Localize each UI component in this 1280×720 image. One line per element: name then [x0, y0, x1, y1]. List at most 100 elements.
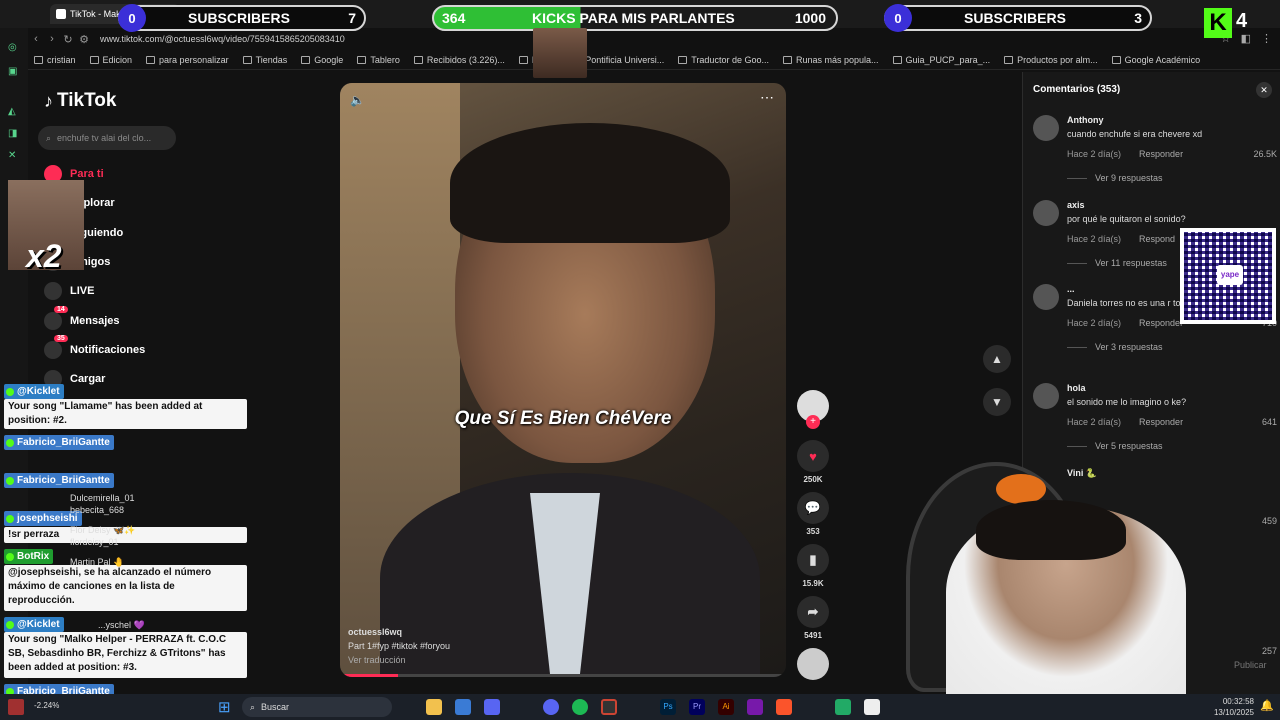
sidebar-app-icon[interactable]: ▣	[8, 66, 20, 78]
notification-icon[interactable]: 🔔	[1260, 699, 1274, 712]
comment-author[interactable]: hola	[1067, 383, 1086, 393]
sidebar-app-icon[interactable]: ◨	[8, 128, 20, 140]
url-field[interactable]: www.tiktok.com/@octuessl6wq/video/755941…	[100, 34, 345, 44]
video-description[interactable]: Part 1#fyp #tiktok #foryou	[348, 639, 450, 653]
comment-author[interactable]: Anthony	[1067, 115, 1104, 125]
app-icon[interactable]	[835, 699, 851, 715]
comment-author[interactable]: ...	[1067, 284, 1075, 294]
taskbar-search[interactable]: ⌕ Buscar	[242, 697, 392, 717]
menu-icon[interactable]: ⋮	[1261, 32, 1272, 45]
forward-icon[interactable]: ›	[44, 33, 60, 45]
sidebar-app-icon[interactable]: ✕	[8, 150, 20, 162]
windows-start-icon[interactable]: ⊞	[218, 698, 231, 716]
bookmark-label: Guia_PUCP_para_...	[905, 54, 991, 65]
video-hair	[450, 123, 730, 243]
comment-author[interactable]: axis	[1067, 200, 1085, 210]
comment-avatar[interactable]	[1033, 115, 1059, 141]
discord-icon[interactable]	[484, 699, 500, 715]
following-item[interactable]: Martin Pal 🤚	[44, 556, 124, 568]
bookmark-item[interactable]: Productos por alm...	[1004, 55, 1098, 65]
chat-badge-icon	[6, 620, 14, 629]
discord-icon[interactable]	[543, 699, 559, 715]
bookmark-icon	[1111, 55, 1121, 64]
nav-item-mensajes[interactable]: 14 Mensajes	[44, 306, 120, 330]
sidebar-app-icon[interactable]: ◭	[8, 106, 20, 118]
kick-logo-icon: K	[1204, 8, 1232, 38]
obs-icon[interactable]	[601, 699, 617, 715]
comment-like-count[interactable]: 257	[1262, 646, 1277, 656]
view-replies-link[interactable]: Ver 3 respuestas	[1067, 342, 1163, 352]
view-replies-link[interactable]: Ver 9 respuestas	[1067, 173, 1163, 183]
comment-avatar[interactable]	[1033, 284, 1059, 310]
comment-avatar[interactable]	[1033, 383, 1059, 409]
bookmark-item[interactable]: cristian	[34, 55, 76, 65]
chevron-up-icon: ▲	[991, 352, 1003, 366]
folder-icon[interactable]	[426, 699, 442, 715]
brave-icon[interactable]	[776, 699, 792, 715]
view-replies-link[interactable]: Ver 5 respuestas	[1067, 441, 1163, 451]
view-replies-link[interactable]: Ver 11 respuestas	[1067, 258, 1167, 268]
share-button[interactable]: ➦ 5491	[797, 596, 829, 640]
bookmark-item[interactable]: Recibidos (3.226)...	[413, 55, 505, 65]
bookmark-item[interactable]: Tablero	[357, 55, 400, 65]
onenote-icon[interactable]	[747, 699, 763, 715]
following-item[interactable]: Dulcemirella_01 bebecita_668	[44, 492, 135, 516]
save-count: 15.9K	[802, 579, 824, 588]
widget-icon[interactable]	[8, 699, 24, 715]
bookmark-item[interactable]: Tiendas	[242, 54, 288, 65]
translate-link[interactable]: Ver traducción	[348, 653, 450, 667]
back-icon[interactable]: ‹	[28, 33, 44, 45]
comment-like-count[interactable]: 641	[1262, 417, 1277, 427]
bookmark-item[interactable]: Google Académico	[1111, 55, 1200, 65]
volume-icon[interactable]: 🔈	[350, 93, 365, 107]
nav-item-notificaciones[interactable]: 35 Notificaciones	[44, 335, 145, 359]
photoshop-icon[interactable]: Ps	[660, 699, 676, 715]
comment-button[interactable]: 💬 353	[797, 492, 829, 536]
more-options-icon[interactable]: ⋯	[760, 89, 774, 106]
comment-like-count[interactable]: 26.5K	[1253, 149, 1277, 159]
app-icon[interactable]	[864, 699, 880, 715]
sound-disc-icon[interactable]	[797, 648, 829, 680]
close-icon[interactable]: ✕	[1256, 82, 1272, 98]
bookmark-label: Edicion	[102, 54, 133, 65]
site-info-icon[interactable]: ⚙	[76, 33, 92, 46]
nav-item-live[interactable]: LIVE	[44, 282, 94, 300]
sidebar-app-icon[interactable]: ◎	[8, 42, 20, 54]
next-video-button[interactable]: ▼	[983, 388, 1011, 416]
premiere-icon[interactable]: Pr	[689, 699, 705, 715]
video-player[interactable]: Que Sí Es Bien ChéVere 🔈 ⋯ octuessl6wq P…	[340, 83, 786, 677]
cpu-usage: -2.24%	[34, 701, 60, 710]
bookmark-item[interactable]: Google	[301, 55, 343, 65]
comment-avatar[interactable]	[1033, 200, 1059, 226]
bookmark-item[interactable]: Edicion	[89, 54, 133, 65]
video-progress-bar[interactable]	[340, 674, 786, 677]
qr-brand-label: yape	[1217, 265, 1243, 285]
clock-time: 00:32:58	[1222, 697, 1254, 706]
bookmark-item[interactable]: para personalizar	[146, 55, 229, 65]
previous-video-button[interactable]: ▲	[983, 345, 1011, 373]
video-author[interactable]: octuessl6wq	[348, 625, 450, 639]
reply-button[interactable]: Responder	[1139, 417, 1183, 427]
follow-plus-icon[interactable]: +	[806, 415, 820, 429]
publish-button[interactable]: Publicar	[1234, 660, 1267, 670]
following-item[interactable]: Flor Deisy 🦋✨ flordeisy_01	[44, 524, 135, 548]
spotify-icon[interactable]	[572, 699, 588, 715]
reply-button[interactable]: Responder	[1139, 318, 1183, 328]
like-button[interactable]: ♥ 250K	[797, 440, 829, 484]
reply-button[interactable]: Respond	[1139, 234, 1175, 244]
extensions-icon[interactable]: ◧	[1241, 32, 1251, 45]
bookmark-item[interactable]: Traductor de Goo...	[678, 55, 769, 65]
bookmark-item[interactable]: Guia_PUCP_para_...	[892, 54, 991, 65]
following-item[interactable]: ...yschel 💜	[44, 619, 145, 631]
bookmark-label: Tiendas	[255, 54, 288, 65]
bookmarks-bar: cristian Edicion para personalizar Tiendas G…	[28, 50, 1280, 70]
search-input[interactable]: ⌕ enchufe tv alai del clo...	[38, 126, 176, 150]
reply-button[interactable]: Responder	[1139, 149, 1183, 159]
save-button[interactable]: ▮ 15.9K	[797, 544, 829, 588]
store-icon[interactable]	[455, 699, 471, 715]
comment-like-count[interactable]: 459	[1262, 516, 1277, 526]
illustrator-icon[interactable]: Ai	[718, 699, 734, 715]
reload-icon[interactable]: ↻	[60, 33, 76, 46]
tiktok-logo[interactable]: ♪ TikTok	[44, 90, 116, 112]
bookmark-item[interactable]: Runas más popula...	[782, 55, 879, 65]
